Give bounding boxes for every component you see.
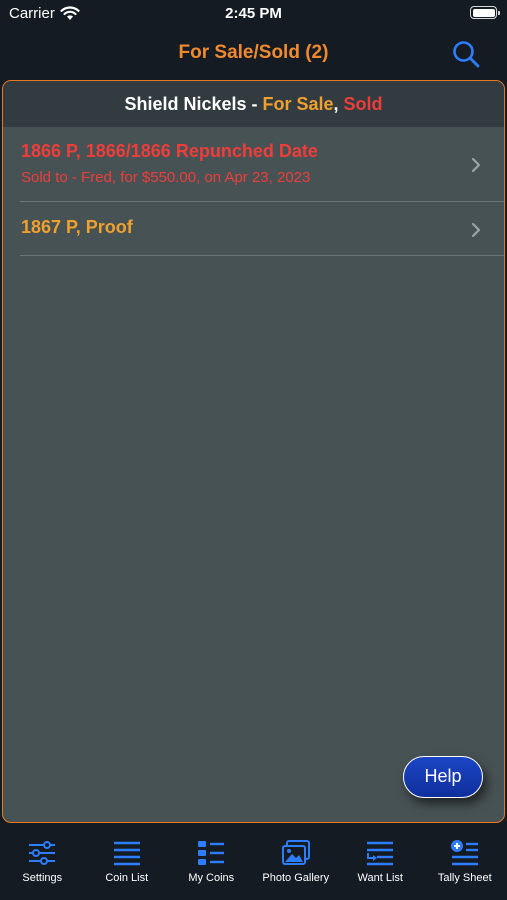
- list-item[interactable]: 1866 P, 1866/1866 Repunched Date Sold to…: [20, 127, 504, 202]
- chevron-right-icon: [471, 157, 481, 173]
- tab-label: My Coins: [188, 872, 235, 884]
- help-button[interactable]: Help: [403, 756, 483, 798]
- legend-sold: Sold: [343, 94, 383, 114]
- chevron-right-icon: [471, 222, 481, 238]
- tab-want-list[interactable]: Want List: [338, 826, 423, 900]
- tab-photo-gallery[interactable]: Photo Gallery: [254, 826, 339, 900]
- status-carrier: Carrier: [9, 5, 80, 22]
- legend-for-sale: For Sale: [262, 94, 334, 114]
- carrier-label: Carrier: [9, 5, 55, 22]
- list-item-title: 1866 P, 1866/1866 Repunched Date: [21, 141, 318, 161]
- tab-label: Tally Sheet: [437, 872, 492, 884]
- tab-coin-list[interactable]: Coin List: [85, 826, 170, 900]
- section-header-title: Shield Nickels -: [124, 94, 263, 114]
- grid-list-icon: [198, 841, 225, 865]
- legend-separator: ,: [333, 94, 344, 114]
- tab-settings[interactable]: Settings: [0, 826, 85, 900]
- list-icon: [113, 841, 140, 866]
- tab-tally-sheet[interactable]: Tally Sheet: [423, 826, 507, 900]
- list-item-title: 1867 P, Proof: [21, 217, 133, 237]
- status-bar: Carrier 2:45 PM: [0, 0, 507, 30]
- sliders-icon: [29, 841, 56, 865]
- tab-label: Photo Gallery: [262, 872, 330, 884]
- page-title: For Sale/Sold (2): [178, 42, 329, 63]
- list-item[interactable]: 1867 P, Proof: [20, 202, 504, 256]
- tab-my-coins[interactable]: My Coins: [169, 826, 254, 900]
- tab-bar: Settings Coin List My Coins Photo Galler…: [0, 826, 507, 900]
- photos-icon: [281, 840, 310, 865]
- want-list-icon: [367, 841, 394, 866]
- tab-label: Settings: [22, 872, 63, 884]
- battery-icon: [470, 6, 500, 19]
- section-header: Shield Nickels - For Sale, Sold: [3, 81, 504, 127]
- tally-sheet-icon: [450, 840, 478, 866]
- list-item-subtitle: Sold to - Fred, for $550.00, on Apr 23, …: [21, 169, 311, 186]
- wifi-icon: [60, 6, 80, 20]
- navigation-bar: For Sale/Sold (2): [0, 30, 507, 78]
- coin-list: 1866 P, 1866/1866 Repunched Date Sold to…: [3, 127, 504, 256]
- search-icon[interactable]: [451, 39, 481, 69]
- content-panel: Shield Nickels - For Sale, Sold 1866 P, …: [2, 80, 505, 823]
- tab-label: Coin List: [105, 872, 149, 884]
- tab-label: Want List: [357, 872, 403, 884]
